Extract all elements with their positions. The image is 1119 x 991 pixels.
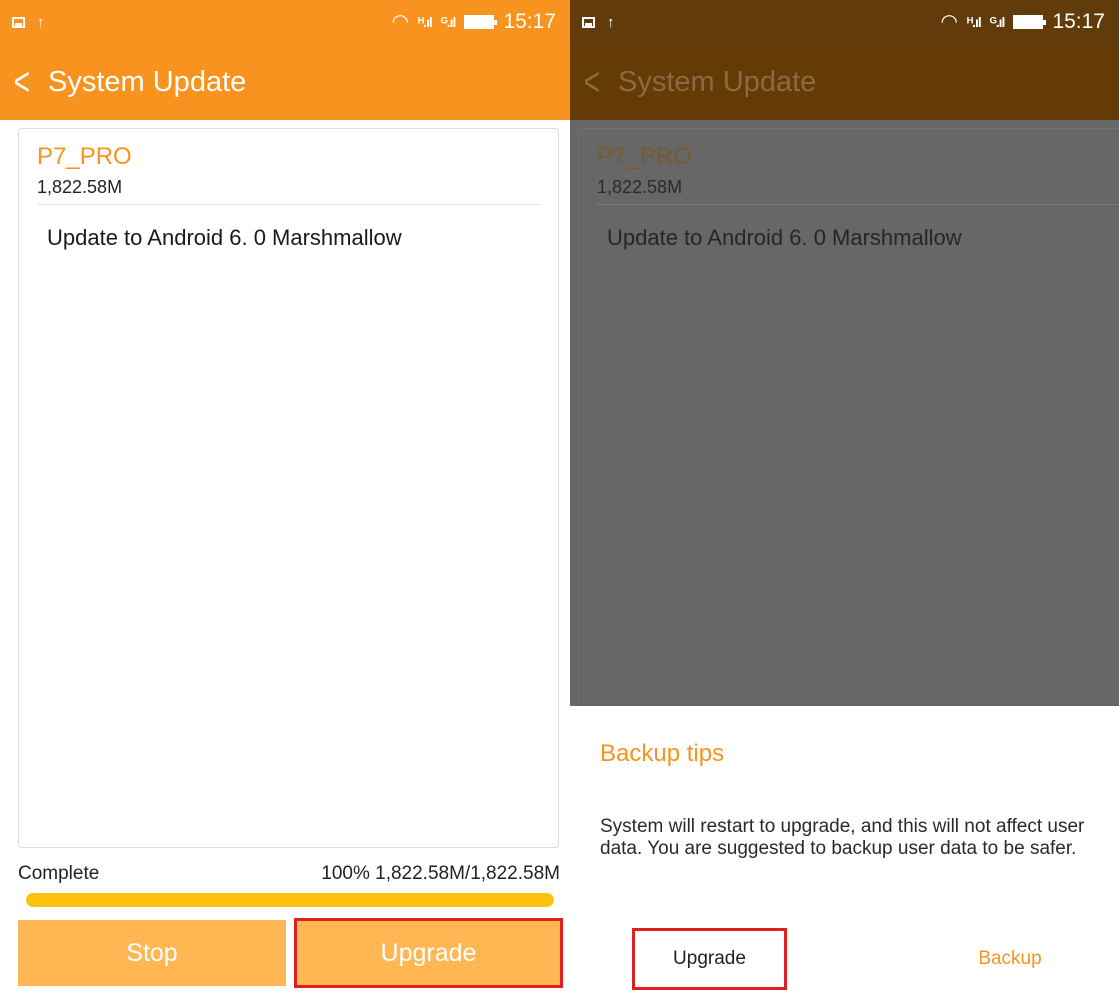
backup-tips-dialog: Backup tips System will restart to upgra…	[570, 706, 1119, 991]
dialog-title: Backup tips	[600, 740, 725, 767]
update-description: Update to Android 6. 0 Marshmallow	[47, 225, 402, 250]
dim-overlay: P7_PRO 1,822.58M Update to Android 6. 0 …	[570, 120, 1119, 728]
page-title: System Update	[48, 65, 247, 98]
divider	[597, 204, 1119, 205]
progress-label: Complete	[18, 863, 100, 884]
signal-icon: ᴳ.ıl	[989, 14, 1006, 30]
stop-button[interactable]: Stop	[18, 920, 286, 986]
update-description: Update to Android 6. 0 Marshmallow	[607, 225, 962, 250]
image-notification-icon	[12, 16, 25, 28]
update-info-card: P7_PRO 1,822.58M Update to Android 6. 0 …	[578, 128, 1119, 728]
divider	[37, 204, 540, 205]
wifi-icon: ◠	[940, 11, 958, 33]
backup-dialog-screen: ↑ ◠ ᴴ.ıl ᴳ.ıl 15:17 < System Update P7_P…	[570, 0, 1119, 991]
upload-icon: ↑	[37, 13, 45, 31]
status-bar: ↑ ◠ ᴴ.ıl ᴳ.ıl 15:17	[570, 0, 1119, 44]
status-bar: ↑ ◠ ᴴ.ıl ᴳ.ıl 15:17	[0, 0, 570, 44]
status-time: 15:17	[1052, 10, 1105, 33]
chevron-left-icon[interactable]: <	[7, 62, 38, 102]
signal-icon: ᴴ.ıl	[966, 14, 982, 30]
package-size: 1,822.58M	[597, 177, 683, 197]
dialog-message: System will restart to upgrade, and this…	[600, 816, 1085, 859]
status-time: 15:17	[503, 10, 556, 33]
chevron-left-icon: <	[583, 60, 600, 104]
title-bar: < System Update	[0, 44, 570, 120]
wifi-icon: ◠	[391, 11, 409, 33]
signal-icon: ᴳ.ıl	[440, 14, 457, 30]
package-size: 1,822.58M	[37, 177, 123, 197]
package-name: P7_PRO	[37, 143, 132, 170]
progress-detail: 100% 1,822.58M/1,822.58M	[321, 863, 560, 884]
dialog-upgrade-button[interactable]: Upgrade	[632, 928, 787, 990]
update-screen: ↑ ◠ ᴴ.ıl ᴳ.ıl 15:17 < System Update P7_P…	[0, 0, 570, 991]
package-name: P7_PRO	[597, 143, 692, 170]
battery-icon	[464, 15, 498, 29]
battery-icon	[1013, 15, 1047, 29]
update-info-card: P7_PRO 1,822.58M Update to Android 6. 0 …	[18, 128, 559, 848]
page-title: System Update	[618, 65, 817, 98]
title-bar: < System Update	[570, 44, 1119, 120]
progress-fill	[26, 893, 554, 907]
dialog-backup-button[interactable]: Backup	[930, 928, 1090, 990]
upgrade-button[interactable]: Upgrade	[294, 918, 563, 988]
upload-icon: ↑	[607, 13, 615, 31]
progress-bar	[26, 893, 554, 907]
signal-icon: ᴴ.ıl	[417, 14, 433, 30]
image-notification-icon	[582, 16, 595, 28]
